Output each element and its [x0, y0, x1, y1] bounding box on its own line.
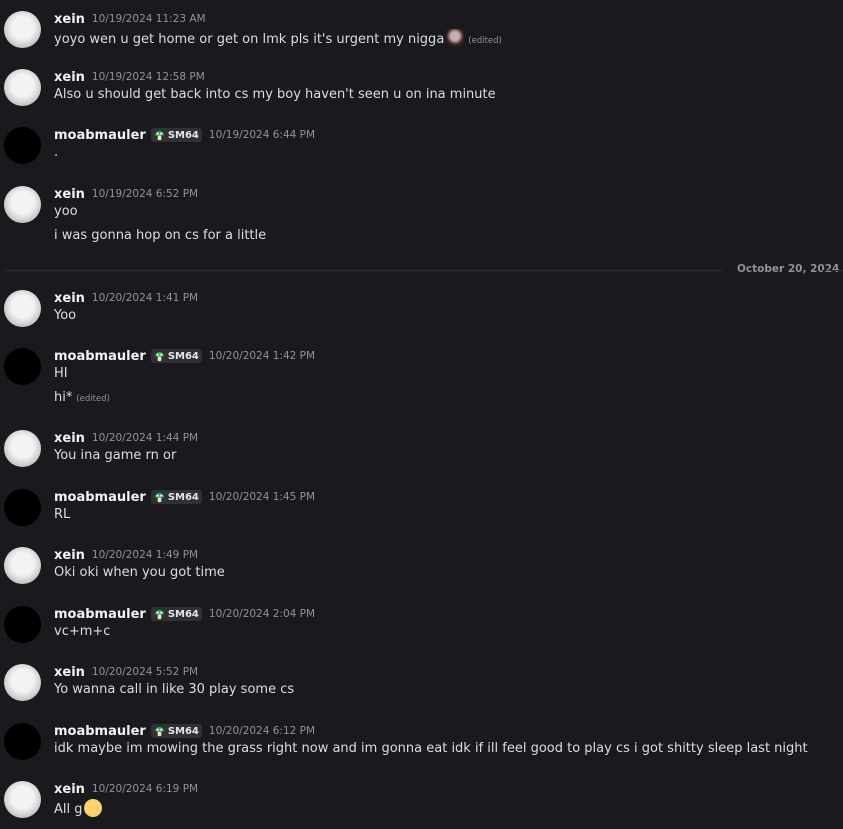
- message-header: moabmauler SM64 10/20/2024 2:04 PM: [54, 605, 315, 623]
- mushroom-icon: [154, 726, 164, 736]
- message-header: xein 10/20/2024 6:19 PM: [54, 780, 198, 798]
- username[interactable]: moabmauler: [54, 490, 146, 505]
- message-text: idk maybe im mowing the grass right now …: [54, 741, 808, 756]
- message-text: All g: [54, 802, 83, 817]
- avatar[interactable]: [4, 489, 41, 526]
- message-header: moabmauler SM64 10/19/2024 6:44 PM: [54, 126, 315, 144]
- message-text: HI: [54, 366, 68, 381]
- message-header: xein 10/19/2024 12:58 PM: [54, 68, 205, 86]
- server-tag-label: SM64: [167, 608, 199, 620]
- edited-label: (edited): [468, 36, 502, 46]
- username[interactable]: xein: [54, 291, 85, 306]
- avatar[interactable]: [4, 11, 41, 48]
- username[interactable]: xein: [54, 187, 85, 202]
- avatar[interactable]: [4, 290, 41, 327]
- server-tag[interactable]: SM64: [150, 349, 202, 363]
- username[interactable]: moabmauler: [54, 607, 146, 622]
- message-text: Also u should get back into cs my boy ha…: [54, 87, 496, 102]
- timestamp: 10/20/2024 1:41 PM: [91, 292, 199, 304]
- server-tag-label: SM64: [167, 129, 199, 141]
- message-header: xein 10/20/2024 1:44 PM: [54, 429, 198, 447]
- server-tag-label: SM64: [167, 350, 199, 362]
- message-text: Oki oki when you got time: [54, 565, 225, 580]
- avatar[interactable]: [4, 127, 41, 164]
- timestamp: 10/20/2024 1:49 PM: [91, 549, 199, 561]
- message-text: i was gonna hop on cs for a little: [54, 228, 267, 243]
- avatar[interactable]: [4, 430, 41, 467]
- message-text: vc+m+c: [54, 624, 111, 639]
- avatar[interactable]: [4, 69, 41, 106]
- message-text: yoyo wen u get home or get on lmk pls it…: [54, 32, 445, 47]
- avatar[interactable]: [4, 664, 41, 701]
- username[interactable]: xein: [54, 431, 85, 446]
- username[interactable]: xein: [54, 782, 85, 797]
- server-tag[interactable]: SM64: [150, 490, 202, 504]
- avatar[interactable]: [4, 606, 41, 643]
- username[interactable]: moabmauler: [54, 724, 146, 739]
- message-header: xein 10/19/2024 11:23 AM: [54, 10, 206, 28]
- avatar[interactable]: [4, 348, 41, 385]
- server-tag-label: SM64: [167, 725, 199, 737]
- mushroom-icon: [154, 609, 164, 619]
- timestamp: 10/20/2024 5:52 PM: [91, 666, 199, 678]
- message-header: xein 10/20/2024 5:52 PM: [54, 663, 198, 681]
- divider-line: [4, 270, 722, 271]
- mushroom-icon: [154, 492, 164, 502]
- server-tag[interactable]: SM64: [150, 724, 202, 738]
- message-header: moabmauler SM64 10/20/2024 1:42 PM: [54, 347, 315, 365]
- message-header: xein 10/20/2024 1:41 PM: [54, 289, 198, 307]
- avatar[interactable]: [4, 547, 41, 584]
- username[interactable]: xein: [54, 12, 85, 27]
- avatar[interactable]: [4, 186, 41, 223]
- timestamp: 10/20/2024 1:45 PM: [208, 491, 316, 503]
- custom-emoji-icon: [446, 29, 465, 47]
- message-content: hi* (edited): [54, 390, 110, 405]
- timestamp: 10/19/2024 12:58 PM: [91, 71, 205, 83]
- edited-label: (edited): [76, 394, 110, 404]
- message-text: Yo wanna call in like 30 play some cs: [54, 682, 295, 697]
- message-text: hi*: [54, 390, 73, 405]
- timestamp: 10/19/2024 6:52 PM: [91, 188, 199, 200]
- message-header: moabmauler SM64 10/20/2024 1:45 PM: [54, 488, 315, 506]
- server-tag-label: SM64: [167, 491, 199, 503]
- avatar[interactable]: [4, 781, 41, 818]
- username[interactable]: xein: [54, 665, 85, 680]
- chat-log: xein 10/19/2024 11:23 AM yoyo wen u get …: [0, 0, 843, 829]
- timestamp: 10/19/2024 11:23 AM: [91, 13, 206, 25]
- timestamp: 10/20/2024 1:44 PM: [91, 432, 199, 444]
- timestamp: 10/20/2024 6:12 PM: [208, 725, 316, 737]
- message-text: You ina game rn or: [54, 448, 177, 463]
- username[interactable]: moabmauler: [54, 128, 146, 143]
- salute-emoji-icon: [83, 799, 102, 817]
- timestamp: 10/20/2024 2:04 PM: [208, 608, 316, 620]
- timestamp: 10/19/2024 6:44 PM: [208, 129, 316, 141]
- server-tag[interactable]: SM64: [150, 607, 202, 621]
- date-divider-label: October 20, 2024: [737, 263, 840, 275]
- timestamp: 10/20/2024 1:42 PM: [208, 350, 316, 362]
- divider-line: [822, 270, 843, 271]
- username[interactable]: moabmauler: [54, 349, 146, 364]
- mushroom-icon: [154, 130, 164, 140]
- server-tag[interactable]: SM64: [150, 128, 202, 142]
- message-header: xein 10/20/2024 1:49 PM: [54, 546, 198, 564]
- message-text: Yoo: [54, 308, 77, 323]
- timestamp: 10/20/2024 6:19 PM: [91, 783, 199, 795]
- message-text: yoo: [54, 204, 78, 219]
- username[interactable]: xein: [54, 70, 85, 85]
- message-header: xein 10/19/2024 6:52 PM: [54, 185, 198, 203]
- avatar[interactable]: [4, 723, 41, 760]
- message-content: yoyo wen u get home or get on lmk pls it…: [54, 29, 502, 47]
- message-content: All g: [54, 799, 102, 817]
- message-header: moabmauler SM64 10/20/2024 6:12 PM: [54, 722, 315, 740]
- message-text: RL: [54, 507, 71, 522]
- mushroom-icon: [154, 351, 164, 361]
- message-text: .: [54, 145, 59, 160]
- username[interactable]: xein: [54, 548, 85, 563]
